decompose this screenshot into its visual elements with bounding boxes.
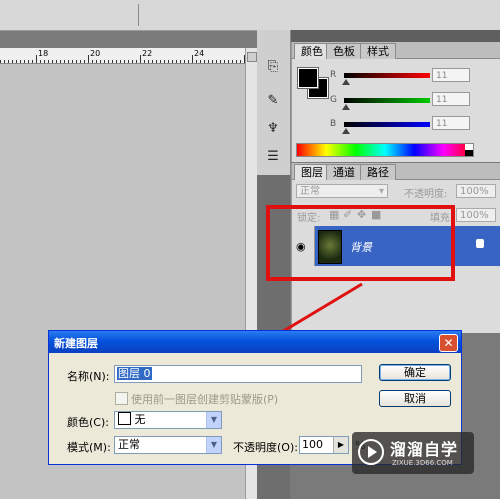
layer-name-value: 图层 0 [117,367,152,380]
close-button[interactable]: ✕ [439,334,458,352]
clip-mask-checkbox[interactable] [115,392,128,405]
chevron-right-icon[interactable]: ▶ [333,437,348,453]
dialog-titlebar[interactable]: 新建图层 ✕ [49,331,461,353]
dialog-opacity-value: 100 [302,438,323,451]
chevron-down-icon[interactable]: ▼ [206,412,221,428]
mode-label: 模式(M): [67,441,111,454]
ok-button[interactable]: 确定 [379,364,451,381]
close-icon: ✕ [443,336,454,350]
mode-select[interactable]: 正常 ▼ [114,436,222,454]
dialog-title: 新建图层 [54,337,98,350]
color-label: 颜色(C): [67,416,109,429]
color-select[interactable]: 无 ▼ [114,411,222,429]
color-value: 无 [134,413,146,426]
watermark-name: 溜溜自学 [390,440,459,459]
mode-value: 正常 [118,438,140,451]
chevron-down-icon[interactable]: ▼ [206,437,221,453]
color-swatch-icon [118,412,131,425]
watermark: 溜溜自学 ZIXUE.3D66.COM [352,432,474,474]
dialog-opacity-label: 不透明度(O): [233,441,298,454]
dialog-opacity-input[interactable]: 100 ▶ [299,436,349,454]
layer-name-input[interactable]: 图层 0 [114,365,362,383]
cancel-button[interactable]: 取消 [379,390,451,407]
clip-mask-label: 使用前一图层创建剪贴蒙版(P) [131,393,279,406]
watermark-url: ZIXUE.3D66.COM [392,459,453,467]
name-label: 名称(N): [67,370,110,383]
play-logo-icon [358,439,384,465]
